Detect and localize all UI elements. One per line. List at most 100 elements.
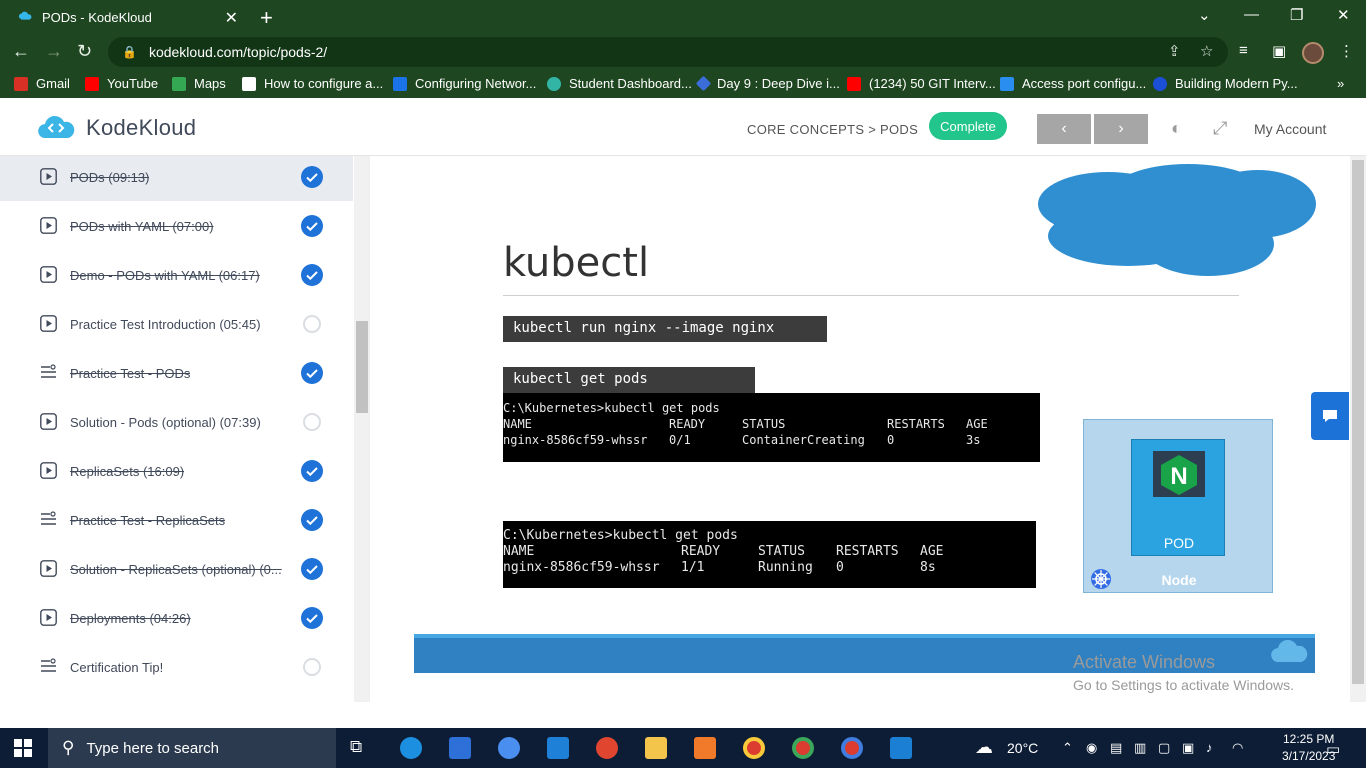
vscode-icon[interactable] xyxy=(890,737,912,759)
profile-avatar[interactable] xyxy=(1302,42,1324,64)
lesson-item[interactable]: ReplicaSets (16:09) xyxy=(0,447,353,495)
reading-list-icon[interactable]: ≡ xyxy=(1239,42,1248,59)
lesson-title: Practice Test - PODs xyxy=(70,365,191,381)
tray-app-icon[interactable]: ▢ xyxy=(1158,740,1170,756)
kodekloud-favicon-icon xyxy=(18,11,32,20)
minimize-icon[interactable]: — xyxy=(1244,6,1259,23)
forward-icon[interactable]: → xyxy=(45,41,63,62)
main-scroll-thumb[interactable] xyxy=(1352,160,1364,684)
browser-tab-strip: PODs - KodeKloud ✕ + ⌄ — ❐ ✕ xyxy=(0,0,1366,34)
chat-button[interactable] xyxy=(1311,392,1349,440)
weather-temp[interactable]: 20°C xyxy=(1007,740,1038,756)
weather-cloud-icon[interactable]: ☁ xyxy=(975,737,993,758)
lesson-item[interactable]: Demo - PODs with YAML (06:17) xyxy=(0,251,353,299)
tray-app-icon[interactable]: ▥ xyxy=(1134,740,1146,756)
chrome-icon[interactable] xyxy=(743,737,765,759)
main-scrollbar[interactable] xyxy=(1350,156,1366,702)
terminal-output-running: C:\Kubernetes>kubectl get pods NAME READ… xyxy=(503,521,1036,588)
lesson-item[interactable]: Solution - Pods (optional) (07:39) xyxy=(0,398,353,446)
browser-tab[interactable]: PODs - KodeKloud ✕ xyxy=(0,0,248,34)
more-bookmarks-icon[interactable]: » xyxy=(1337,76,1344,91)
bookmark-building-modern[interactable]: Building Modern Py... xyxy=(1153,76,1298,91)
tray-app-icon[interactable]: ▤ xyxy=(1110,740,1122,756)
close-tab-icon[interactable]: ✕ xyxy=(225,8,238,28)
lesson-item[interactable]: PODs with YAML (07:00) xyxy=(0,202,353,250)
slide-divider xyxy=(503,295,1239,296)
notifications-icon[interactable]: ▭ xyxy=(1326,740,1340,758)
sidebar-scrollbar[interactable] xyxy=(354,156,369,702)
video-slide[interactable]: kubectl kubectl run nginx --image nginx … xyxy=(370,156,1366,702)
address-bar[interactable]: 🔒 kodekloud.com/topic/pods-2/ xyxy=(108,37,1228,67)
show-hidden-icons-icon[interactable]: ⌃ xyxy=(1062,740,1073,756)
bookmark-git-interview[interactable]: (1234) 50 GIT Interv... xyxy=(847,76,996,91)
bookmark-access-port[interactable]: Access port configu... xyxy=(1000,76,1146,91)
bookmark-label: YouTube xyxy=(107,76,159,91)
lesson-item[interactable]: Deployments (04:26) xyxy=(0,594,353,642)
terminal-prompt: C:\Kubernetes>kubectl get pods xyxy=(503,528,738,543)
mail-icon[interactable] xyxy=(547,737,569,759)
sidebar-scroll-thumb[interactable] xyxy=(356,321,368,413)
lab-list-icon xyxy=(41,658,56,672)
terminal-prompt: C:\Kubernetes>kubectl get pods xyxy=(503,401,720,415)
lesson-item[interactable]: Practice Test - PODs xyxy=(0,349,353,397)
lesson-item[interactable]: Solution - ReplicaSets (optional) (0... xyxy=(0,545,353,593)
back-icon[interactable]: ← xyxy=(12,41,30,62)
previous-lesson-button[interactable]: ‹ xyxy=(1037,114,1091,144)
app-icon[interactable] xyxy=(498,737,520,759)
bookmark-day-9[interactable]: Day 9 : Deep Dive i... xyxy=(695,75,840,92)
menu-icon[interactable]: ⋮ xyxy=(1339,42,1354,60)
bookmark-gmail[interactable]: Gmail xyxy=(14,76,70,91)
new-tab-icon[interactable]: + xyxy=(260,5,273,31)
lesson-item[interactable]: PODs (09:13) xyxy=(0,156,353,201)
bookmark-how-to-configure[interactable]: How to configure a... xyxy=(242,76,383,91)
chrome-profile-icon[interactable] xyxy=(841,737,863,759)
tray-app-icon[interactable]: ▣ xyxy=(1182,740,1194,756)
edge-icon[interactable] xyxy=(400,737,422,759)
bookmark-maps[interactable]: Maps xyxy=(172,76,226,91)
bookmark-label: Building Modern Py... xyxy=(1175,76,1298,91)
lesson-title: Demo - PODs with YAML (06:17) xyxy=(70,267,260,283)
kodekloud-logo[interactable]: KodeKloud xyxy=(36,114,196,142)
lesson-item[interactable]: Certification Tip! xyxy=(0,643,353,691)
pod-label: POD xyxy=(1163,535,1195,551)
my-account-link[interactable]: My Account xyxy=(1254,121,1326,137)
completed-check-icon xyxy=(301,166,323,188)
theme-toggle-icon[interactable]: ◐ xyxy=(1171,118,1182,139)
lesson-item[interactable]: Practice Test - ReplicaSets xyxy=(0,496,353,544)
completed-check-icon xyxy=(301,362,323,384)
task-view-icon[interactable]: ⧉ xyxy=(350,737,372,759)
diamond-icon xyxy=(695,75,712,92)
chrome-active-icon[interactable] xyxy=(792,737,814,759)
bookmark-configuring-network[interactable]: Configuring Networ... xyxy=(393,76,536,91)
next-lesson-button[interactable]: › xyxy=(1094,114,1148,144)
play-icon xyxy=(40,609,57,626)
restore-icon[interactable]: ❐ xyxy=(1290,6,1303,24)
reload-icon[interactable]: ↻ xyxy=(77,41,92,62)
bookmark-label: Maps xyxy=(194,76,226,91)
tray-app-icon[interactable]: ◉ xyxy=(1086,740,1097,756)
pod-name: nginx-8586cf59-whssr xyxy=(503,560,660,575)
header-ready: READY xyxy=(669,417,706,431)
file-explorer-icon[interactable] xyxy=(645,737,667,759)
bookmark-star-icon[interactable]: ☆ xyxy=(1200,42,1213,60)
side-panel-icon[interactable]: ▣ xyxy=(1272,42,1286,60)
bookmark-youtube[interactable]: YouTube xyxy=(85,76,158,91)
pod-ready: 0/1 xyxy=(669,433,691,447)
header-name: NAME xyxy=(503,544,535,559)
taskbar-search[interactable]: ⚲ Type here to search xyxy=(48,728,336,768)
fullscreen-icon[interactable]: ⤢ xyxy=(1213,118,1227,139)
checkmark-icon xyxy=(306,271,318,281)
windows-start-icon[interactable] xyxy=(14,739,32,757)
site-header: KodeKloud CORE CONCEPTS > PODS Complete … xyxy=(0,98,1366,156)
complete-button[interactable]: Complete xyxy=(929,112,1007,140)
volume-icon[interactable]: ♪ xyxy=(1206,740,1213,755)
share-icon[interactable]: ⇪ xyxy=(1168,42,1181,60)
store-icon[interactable] xyxy=(449,737,471,759)
app-icon[interactable] xyxy=(596,737,618,759)
tab-search-icon[interactable]: ⌄ xyxy=(1198,6,1211,24)
bookmark-student-dashboard[interactable]: Student Dashboard... xyxy=(547,76,692,91)
window-close-icon[interactable]: ✕ xyxy=(1337,6,1350,24)
lesson-item[interactable]: Practice Test Introduction (05:45) xyxy=(0,300,353,348)
app-icon[interactable] xyxy=(694,737,716,759)
wifi-icon[interactable]: ◠ xyxy=(1232,740,1243,756)
